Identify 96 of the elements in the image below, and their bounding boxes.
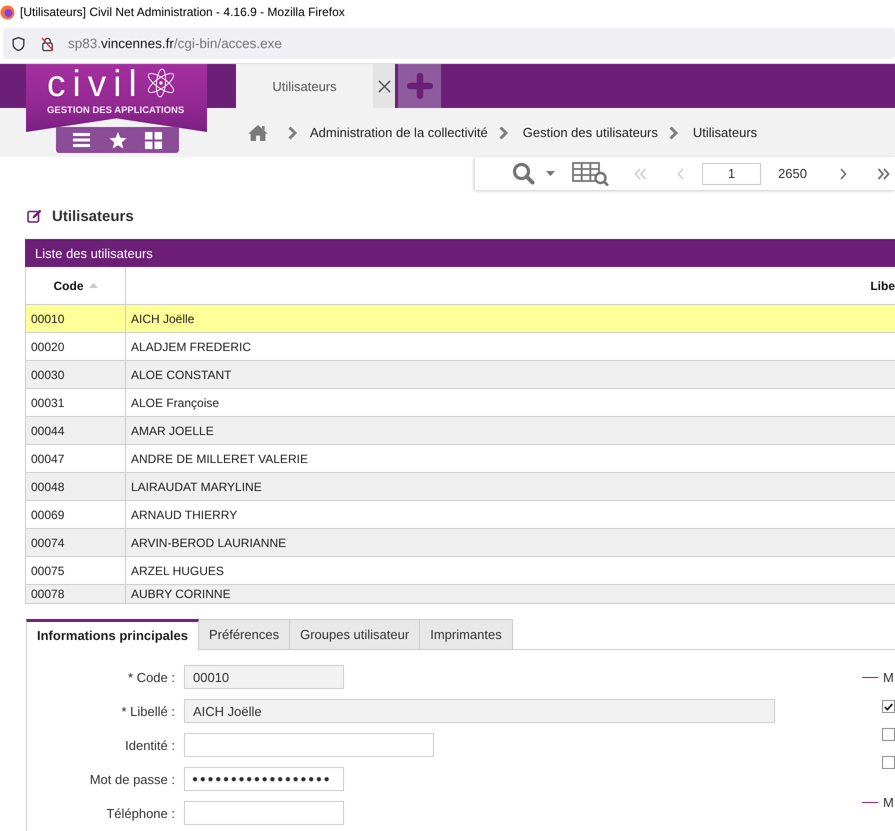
edit-icon (27, 209, 42, 223)
checkbox[interactable] (882, 756, 895, 769)
table-cell: 00075 (26, 557, 126, 584)
tab[interactable]: Informations principales (26, 619, 199, 650)
field-label: * Code : (127, 670, 175, 684)
chevron-right-icon (498, 126, 508, 140)
double-chevron-right-icon (877, 168, 890, 180)
search-button[interactable] (512, 162, 535, 185)
tab[interactable]: Imprimantes (420, 619, 513, 649)
table-cell-text: ARVIN-BEROD LAURIANNE (130, 534, 288, 552)
search-options-button[interactable] (546, 171, 555, 176)
apps-button[interactable] (144, 131, 162, 149)
table-cell: 00069 (26, 501, 126, 528)
table-cell: 00048 (26, 473, 126, 500)
table-cell: 00078 (26, 585, 126, 603)
chevron-right-icon (288, 126, 297, 140)
breadcrumb-link[interactable]: Gestion des utilisateurs (522, 125, 658, 140)
field-label: * Libellé : (120, 704, 175, 718)
table-cell-text: AICH Joëlle (130, 310, 196, 328)
tab[interactable]: Préférences (198, 619, 290, 649)
chevron-right-icon (840, 168, 847, 180)
plus-icon (406, 73, 432, 99)
caret-down-icon (546, 171, 555, 176)
table-search-button[interactable] (572, 162, 609, 186)
table-cell: 00010 (26, 305, 126, 332)
table-cell: 00031 (26, 389, 126, 416)
star-icon (108, 132, 126, 148)
url-text: sp83.vincennes.fr/cgi-bin/acces.exe (68, 36, 282, 51)
table-cell: 00044 (26, 417, 126, 444)
insecure-lock-icon (40, 36, 55, 52)
address-bar[interactable]: sp83.vincennes.fr/cgi-bin/acces.exe (3, 28, 895, 59)
page-number-field[interactable]: 1 (702, 162, 761, 184)
table-row[interactable]: 00048 LAIRAUDAT MARYLINE (25, 473, 895, 501)
table-row[interactable]: 00044 AMAR JOELLE (25, 417, 895, 445)
next-page-button[interactable] (840, 168, 847, 180)
table-cell-text: ANDRE DE MILLERET VALERIE (130, 450, 309, 468)
home-icon[interactable] (248, 124, 268, 141)
field-label: Mot de passe : (88, 772, 175, 786)
table-row[interactable]: 00010 AICH Joëlle (25, 305, 895, 333)
page-title: Utilisateurs (52, 208, 134, 224)
input-field[interactable] (184, 733, 434, 757)
grid-icon (145, 132, 162, 148)
table-cell-text: ARNAUD THIERRY (130, 506, 238, 524)
table-row[interactable]: 00078 AUBRY CORINNE (25, 585, 895, 604)
input-field[interactable]: ●●●●●●●●●●●●●●●●●● (184, 767, 344, 791)
section-legend: M (883, 794, 894, 810)
double-chevron-left-icon (634, 168, 647, 180)
table-cell-text: AUBRY CORINNE (130, 586, 232, 603)
shield-icon (11, 36, 26, 52)
field-label: Téléphone : (105, 806, 175, 820)
page-count: 2650 (777, 166, 808, 181)
field-label: Identité : (124, 738, 175, 752)
table-cell: 00074 (26, 529, 126, 556)
browser-icon (0, 4, 15, 20)
table-cell: 00030 (26, 361, 126, 388)
table-cell: 00020 (26, 333, 126, 360)
checkmark-icon (884, 702, 893, 710)
favorites-button[interactable] (108, 131, 126, 149)
close-icon (378, 80, 390, 92)
table-cell-text: ARZEL HUGUES (130, 562, 225, 580)
chevron-left-icon (677, 168, 684, 180)
last-page-button[interactable] (877, 168, 890, 180)
menu-button[interactable] (72, 131, 90, 149)
app-tab[interactable]: Utilisateurs (236, 64, 373, 108)
chevron-right-icon (668, 126, 678, 140)
panel-title: Liste des utilisateurs (25, 239, 895, 267)
checkbox[interactable] (882, 728, 895, 741)
section-legend: M (883, 670, 894, 684)
table-row[interactable]: 00047 ANDRE DE MILLERET VALERIE (25, 445, 895, 473)
input-field[interactable] (184, 801, 344, 825)
table-row[interactable]: 00020 ALADJEM FREDERIC (25, 333, 895, 361)
table-row[interactable]: 00074 ARVIN-BEROD LAURIANNE (25, 529, 895, 557)
table-row[interactable]: 00075 ARZEL HUGUES (25, 557, 895, 585)
table-search-icon (572, 162, 609, 186)
tab[interactable]: Groupes utilisateur (290, 619, 420, 649)
table-row[interactable]: 00030 ALOE CONSTANT (25, 361, 895, 389)
table-row[interactable]: 00031 ALOE Françoise (25, 389, 895, 417)
window-title: [Utilisateurs] Civil Net Administration - 4.16.9 - Mozilla Firefox (20, 5, 345, 19)
table-row[interactable]: 00069 ARNAUD THIERRY (25, 501, 895, 529)
logo-wordmark: civil (47, 67, 144, 101)
table-cell-text: AMAR JOELLE (130, 422, 215, 440)
table-cell: 00047 (26, 445, 126, 472)
menu-icon (73, 133, 90, 147)
column-header[interactable]: Libe (870, 278, 895, 292)
tab-close-button[interactable] (373, 64, 395, 108)
input-field[interactable]: 00010 (184, 665, 344, 689)
table-cell-text: ALOE CONSTANT (130, 366, 232, 384)
breadcrumb-link[interactable]: Utilisateurs (692, 125, 758, 140)
checkbox[interactable] (882, 700, 895, 713)
input-field[interactable]: AICH Joëlle (184, 699, 775, 723)
table-cell-text: ALOE Françoise (130, 394, 220, 412)
search-icon (512, 162, 535, 185)
table-cell-text: ALADJEM FREDERIC (130, 338, 252, 356)
logo-tagline: GESTION DES APPLICATIONS (47, 105, 186, 116)
breadcrumb-link[interactable]: Administration de la collectivité (310, 125, 488, 140)
table-cell-text: LAIRAUDAT MARYLINE (130, 478, 263, 496)
